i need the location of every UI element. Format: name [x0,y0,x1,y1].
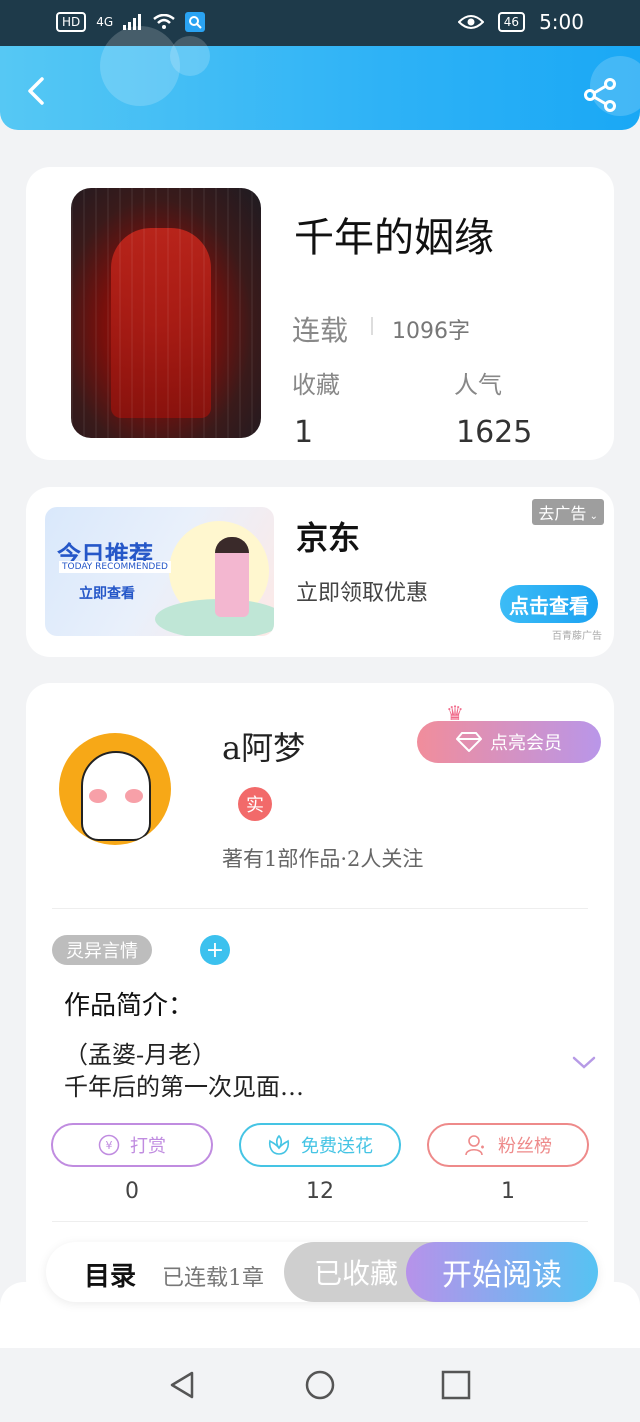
ad-image[interactable]: 今日推荐 TODAY RECOMMENDED 立即查看 [45,507,274,636]
ad-cta-button[interactable]: 点击查看 [500,585,598,623]
clock: 5:00 [539,10,584,34]
back-icon[interactable] [22,76,52,106]
serial-status: 连载 [292,314,349,347]
add-tag-button[interactable]: + [200,935,230,965]
nav-home-icon[interactable] [305,1370,335,1400]
divider [371,317,373,335]
tip-count: 0 [125,1179,139,1204]
intro-label: 作品简介： [64,991,195,1021]
diamond-icon [456,732,482,752]
ad-title: 京东 [296,519,361,557]
chevron-down-icon[interactable] [572,1055,596,1071]
ad-girl-illustration [215,537,249,617]
intro-line-1: （孟婆-月老） [64,1041,217,1069]
verified-badge: 实 [238,787,272,821]
toc-button[interactable]: 目录 [84,1256,136,1293]
status-bar: HD 4G 46 5:00 [0,0,640,46]
ad-source: 百青藤广告 [552,631,602,642]
book-info-card: 千年的姻缘 连载 1096字 收藏 人气 1 1625 [26,167,614,460]
member-button-label: 点亮会员 [490,733,562,754]
ad-image-cta: 立即查看 [79,586,135,602]
yen-icon: ¥ [98,1134,120,1156]
tip-button-label: 打赏 [130,1136,166,1157]
popularity-label: 人气 [454,371,502,399]
flower-count: 12 [306,1179,334,1204]
author-stats: 著有1部作品·2人关注 [222,847,424,871]
fan-ranking-label: 粉丝榜 [498,1136,552,1157]
share-icon[interactable] [582,78,618,112]
start-reading-button[interactable]: 开始阅读 [406,1242,598,1302]
battery-indicator: 46 [497,12,526,32]
book-cover[interactable] [71,188,261,438]
nav-back-icon[interactable] [168,1370,198,1400]
chevron-down-icon: ⌄ [586,511,598,522]
divider [52,1221,588,1222]
header [0,26,640,130]
popularity-value: 1625 [456,415,533,450]
intro-line-2: 千年后的第一次见面… [64,1073,304,1101]
favorites-value: 1 [294,415,314,450]
fan-count: 1 [501,1179,515,1204]
hd-indicator: HD [56,12,87,32]
ad-card[interactable]: 今日推荐 TODAY RECOMMENDED 立即查看 京东 立即领取优惠 去广… [26,487,614,657]
search-app-icon [185,12,206,32]
genre-tag[interactable]: 灵异言情 [52,935,152,965]
avatar[interactable] [59,733,171,845]
favorites-label: 收藏 [292,371,340,399]
divider [52,908,588,909]
send-flower-label: 免费送花 [301,1136,373,1157]
author-card: a阿梦 实 ♛ 点亮会员 著有1部作品·2人关注 灵异言情 + 作品简介： （孟… [26,683,614,1303]
ad-image-subtitle: TODAY RECOMMENDED [59,561,171,573]
fans-icon [465,1135,484,1156]
fan-ranking-button[interactable]: 粉丝榜 [427,1123,589,1167]
remove-ad-label: 去广告 [538,504,587,523]
system-nav-bar [0,1348,640,1422]
svg-text:¥: ¥ [106,1139,113,1152]
tip-button[interactable]: ¥ 打赏 [51,1123,213,1167]
ad-description: 立即领取优惠 [296,581,429,606]
remove-ad-button[interactable]: 去广告 ⌄ [532,499,604,525]
send-flower-button[interactable]: 免费送花 [239,1123,401,1167]
flower-icon [268,1134,290,1155]
network-indicator: 4G [96,15,114,29]
eye-icon [457,15,484,29]
author-name[interactable]: a阿梦 [222,723,305,769]
word-count: 1096字 [392,319,470,344]
book-title: 千年的姻缘 [294,215,494,261]
bottom-action-bar: 目录 已连载1章 已收藏 开始阅读 [46,1242,598,1302]
nav-recents-icon[interactable] [441,1370,471,1400]
toc-status[interactable]: 已连载1章 [162,1260,264,1292]
member-button[interactable]: 点亮会员 [417,721,601,763]
wifi-icon [153,14,175,29]
intro-text[interactable]: （孟婆-月老） 千年后的第一次见面… [64,1039,544,1103]
